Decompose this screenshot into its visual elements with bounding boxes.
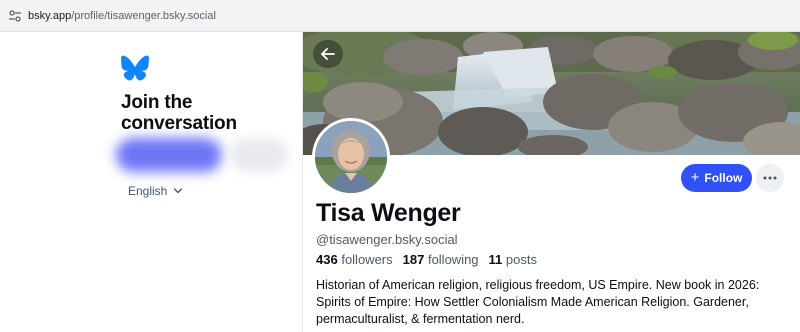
bluesky-butterfly-icon[interactable] xyxy=(121,55,149,81)
posts-count: 11 xyxy=(488,252,503,267)
language-selector[interactable]: English xyxy=(128,184,183,198)
followers-count: 436 xyxy=(316,252,338,267)
profile-handle: @tisawenger.bsky.social xyxy=(316,232,458,247)
url-path: /profile/tisawenger.bsky.social xyxy=(71,10,216,22)
follow-button[interactable]: + Follow xyxy=(681,164,752,192)
following-link[interactable]: 187 following xyxy=(403,252,479,267)
profile-display-name: Tisa Wenger xyxy=(316,199,461,227)
avatar[interactable] xyxy=(312,118,390,196)
left-sidebar: Join the conversation English xyxy=(0,32,302,332)
avatar-photo xyxy=(315,121,387,193)
ellipsis-icon xyxy=(763,176,777,180)
plus-icon: + xyxy=(690,169,700,186)
site-settings-icon[interactable] xyxy=(8,9,22,23)
blurred-signin-button[interactable] xyxy=(230,138,288,172)
following-count: 187 xyxy=(402,252,425,267)
follow-button-label: Follow xyxy=(704,171,743,185)
url-text[interactable]: bsky.app/profile/tisawenger.bsky.social xyxy=(28,9,216,23)
language-label: English xyxy=(128,184,168,198)
posts-stat: 11 posts xyxy=(489,252,537,267)
more-options-button[interactable] xyxy=(756,164,784,192)
profile-stats: 436 followers 187 following 11 posts xyxy=(316,252,537,267)
posts-label: posts xyxy=(505,252,537,267)
chevron-down-icon xyxy=(174,188,183,194)
browser-url-bar[interactable]: bsky.app/profile/tisawenger.bsky.social xyxy=(0,0,800,32)
back-button[interactable] xyxy=(313,40,343,68)
profile-bio: Historian of American religion, religiou… xyxy=(316,278,760,326)
join-heading: Join the conversation xyxy=(121,92,237,134)
arrow-left-icon xyxy=(321,48,335,60)
followers-label: followers xyxy=(341,252,393,267)
following-label: following xyxy=(427,252,479,267)
url-host: bsky.app xyxy=(28,10,72,22)
followers-link[interactable]: 436 followers xyxy=(316,252,393,267)
blurred-signup-button[interactable] xyxy=(116,138,222,172)
